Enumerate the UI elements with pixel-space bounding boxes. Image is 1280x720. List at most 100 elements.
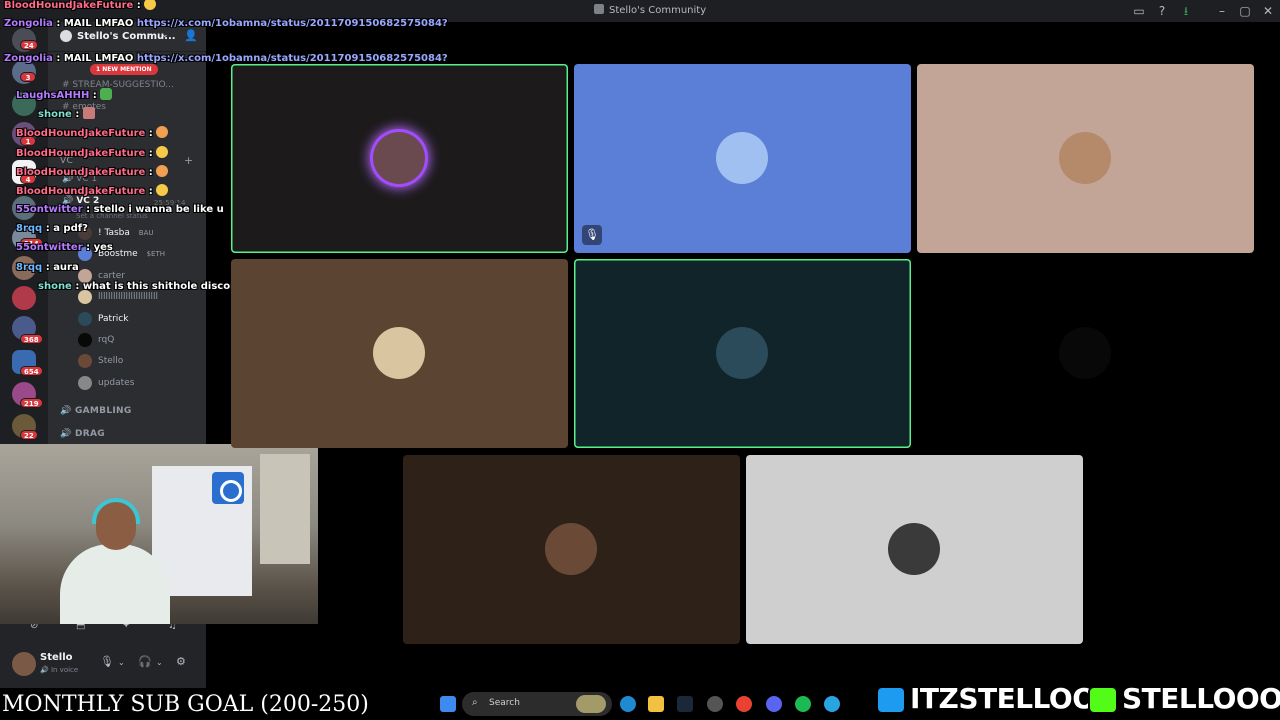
- chat-username: 8rqq: [16, 262, 43, 273]
- search-icon: ⌕: [472, 697, 478, 708]
- participant-avatar: [716, 327, 768, 379]
- avatar[interactable]: [12, 652, 36, 676]
- participant-avatar: [1059, 132, 1111, 184]
- new-mention-pill[interactable]: 1 NEW MENTION: [90, 64, 158, 75]
- chat-text: MAIL LMFAO: [63, 18, 134, 29]
- vc-user-name: updates: [98, 378, 135, 388]
- vc-user[interactable]: rqQ: [78, 333, 114, 351]
- file-explorer-icon[interactable]: [648, 696, 664, 712]
- chat-link[interactable]: https://x.com/1obamna/status/20117091506…: [137, 18, 448, 29]
- chat-message: shone :: [38, 107, 95, 120]
- taskbar-search[interactable]: ⌕ Search: [462, 692, 612, 716]
- category-gambling[interactable]: 🔊 GAMBLING: [60, 406, 132, 416]
- vc-user-name: Patrick: [98, 314, 129, 324]
- participant-tile[interactable]: [403, 455, 740, 644]
- discord-app-icon: [594, 4, 604, 14]
- participant-tile[interactable]: [746, 455, 1083, 644]
- participant-tile[interactable]: [917, 64, 1254, 253]
- close-button[interactable]: ✕: [1260, 3, 1276, 19]
- sub-goal-text: MONTHLY SUB GOAL (200-250): [2, 692, 369, 717]
- windows-start-icon[interactable]: [440, 696, 456, 712]
- chat-username: LaughsAHHH: [16, 90, 90, 101]
- participant-tile[interactable]: [231, 64, 568, 253]
- app-icon[interactable]: [707, 696, 723, 712]
- vc-user[interactable]: updates: [78, 376, 134, 394]
- emote-icon: [82, 107, 95, 119]
- settings-gear-icon[interactable]: ⚙: [176, 655, 186, 668]
- download-icon[interactable]: ⭳: [1178, 3, 1194, 19]
- headset: [92, 498, 140, 524]
- user-name: Stello: [40, 652, 73, 663]
- user-status: 🔊 In voice: [40, 666, 79, 674]
- chat-username: shone: [38, 281, 72, 292]
- chat-message: 8rqq : aura: [16, 262, 79, 273]
- chevron-down-icon[interactable]: ⌄: [156, 658, 163, 667]
- chat-text: aura: [53, 262, 79, 273]
- vc-user[interactable]: Stello: [78, 354, 123, 372]
- chat-username: BloodHoundJakeFuture: [16, 186, 146, 197]
- participant-tile[interactable]: [574, 259, 911, 448]
- vc-user-name: Stello: [98, 356, 124, 366]
- unread-badge: 368: [20, 334, 43, 344]
- kick-icon: [1088, 686, 1118, 714]
- chrome-icon[interactable]: [736, 696, 752, 712]
- spotify-icon[interactable]: [795, 696, 811, 712]
- unread-badge: 3: [20, 72, 36, 82]
- chat-username: 55ontwitter: [16, 204, 83, 215]
- emoji-icon: [156, 165, 169, 177]
- vc-user[interactable]: llllllllllllllllllllllll: [78, 290, 158, 308]
- chat-username: BloodHoundJakeFuture: [16, 148, 146, 159]
- chat-message: 8rqq : a pdf?: [16, 223, 88, 234]
- participant-avatar: [545, 523, 597, 575]
- board-logo: [212, 472, 244, 504]
- avatar: [78, 312, 92, 326]
- steam-icon[interactable]: [677, 696, 693, 712]
- add-channel-icon[interactable]: +: [184, 154, 194, 167]
- invite-people-icon[interactable]: 👤: [184, 29, 198, 42]
- server-icon[interactable]: [12, 286, 36, 310]
- chat-username: shone: [38, 109, 72, 120]
- emote-icon: [100, 88, 113, 100]
- maximize-button[interactable]: ▢: [1237, 3, 1253, 19]
- participant-avatar: [373, 327, 425, 379]
- chat-link[interactable]: https://x.com/1obamna/status/20117091506…: [137, 53, 448, 64]
- chat-message: BloodHoundJakeFuture :: [16, 126, 169, 139]
- edge-icon[interactable]: [620, 696, 636, 712]
- chat-message: BloodHoundJakeFuture :: [16, 146, 169, 159]
- inbox-icon[interactable]: ▭: [1131, 3, 1147, 19]
- participant-tile[interactable]: 🎙: [574, 64, 911, 253]
- unread-badge: 654: [20, 366, 43, 376]
- discord-icon[interactable]: [766, 696, 782, 712]
- microphone-icon[interactable]: 🎙: [100, 655, 114, 668]
- chat-message: 55ontwitter : yes: [16, 242, 113, 253]
- chat-text: MAIL LMFAO: [63, 53, 134, 64]
- help-icon[interactable]: ?: [1154, 3, 1170, 19]
- participant-tile[interactable]: [231, 259, 568, 448]
- chat-message: BloodHoundJakeFuture :: [16, 184, 169, 197]
- streamer-body: [60, 544, 170, 624]
- category-label: GAMBLING: [74, 406, 132, 416]
- participant-tile[interactable]: [917, 259, 1254, 448]
- emoji-icon: [156, 126, 169, 138]
- minimize-button[interactable]: –: [1214, 3, 1230, 19]
- chat-username: BloodHoundJakeFuture: [16, 167, 146, 178]
- unread-badge: 24: [20, 40, 38, 50]
- vc-user-tag: $ETH: [146, 250, 166, 258]
- server-header-icon: [60, 30, 72, 42]
- chat-message: Zongolia : MAIL LMFAO https://x.com/1oba…: [4, 53, 448, 64]
- category-drag[interactable]: 🔊 DRAG: [60, 429, 105, 439]
- chat-username: Zongolia: [4, 18, 53, 29]
- chevron-down-icon[interactable]: ⌄: [161, 30, 169, 40]
- telegram-icon[interactable]: [824, 696, 840, 712]
- twitter-handle: ITZSTELLOO: [910, 682, 1096, 715]
- headphones-icon[interactable]: 🎧: [138, 655, 152, 668]
- chat-username: BloodHoundJakeFuture: [16, 128, 146, 139]
- window-title: Stello's Community: [594, 4, 706, 16]
- chat-username: Zongolia: [4, 53, 53, 64]
- chat-username: 55ontwitter: [16, 242, 83, 253]
- user-panel: ⊘ ⬒ ✦ ♫ Stello 🔊 In voice 🎙 ⌄ 🎧 ⌄ ⚙: [0, 620, 206, 688]
- chevron-down-icon[interactable]: ⌄: [118, 658, 125, 667]
- vc-user-name: ! Tasba: [98, 228, 130, 238]
- vc-user[interactable]: Patrick: [78, 312, 128, 330]
- search-label: Search: [489, 698, 520, 708]
